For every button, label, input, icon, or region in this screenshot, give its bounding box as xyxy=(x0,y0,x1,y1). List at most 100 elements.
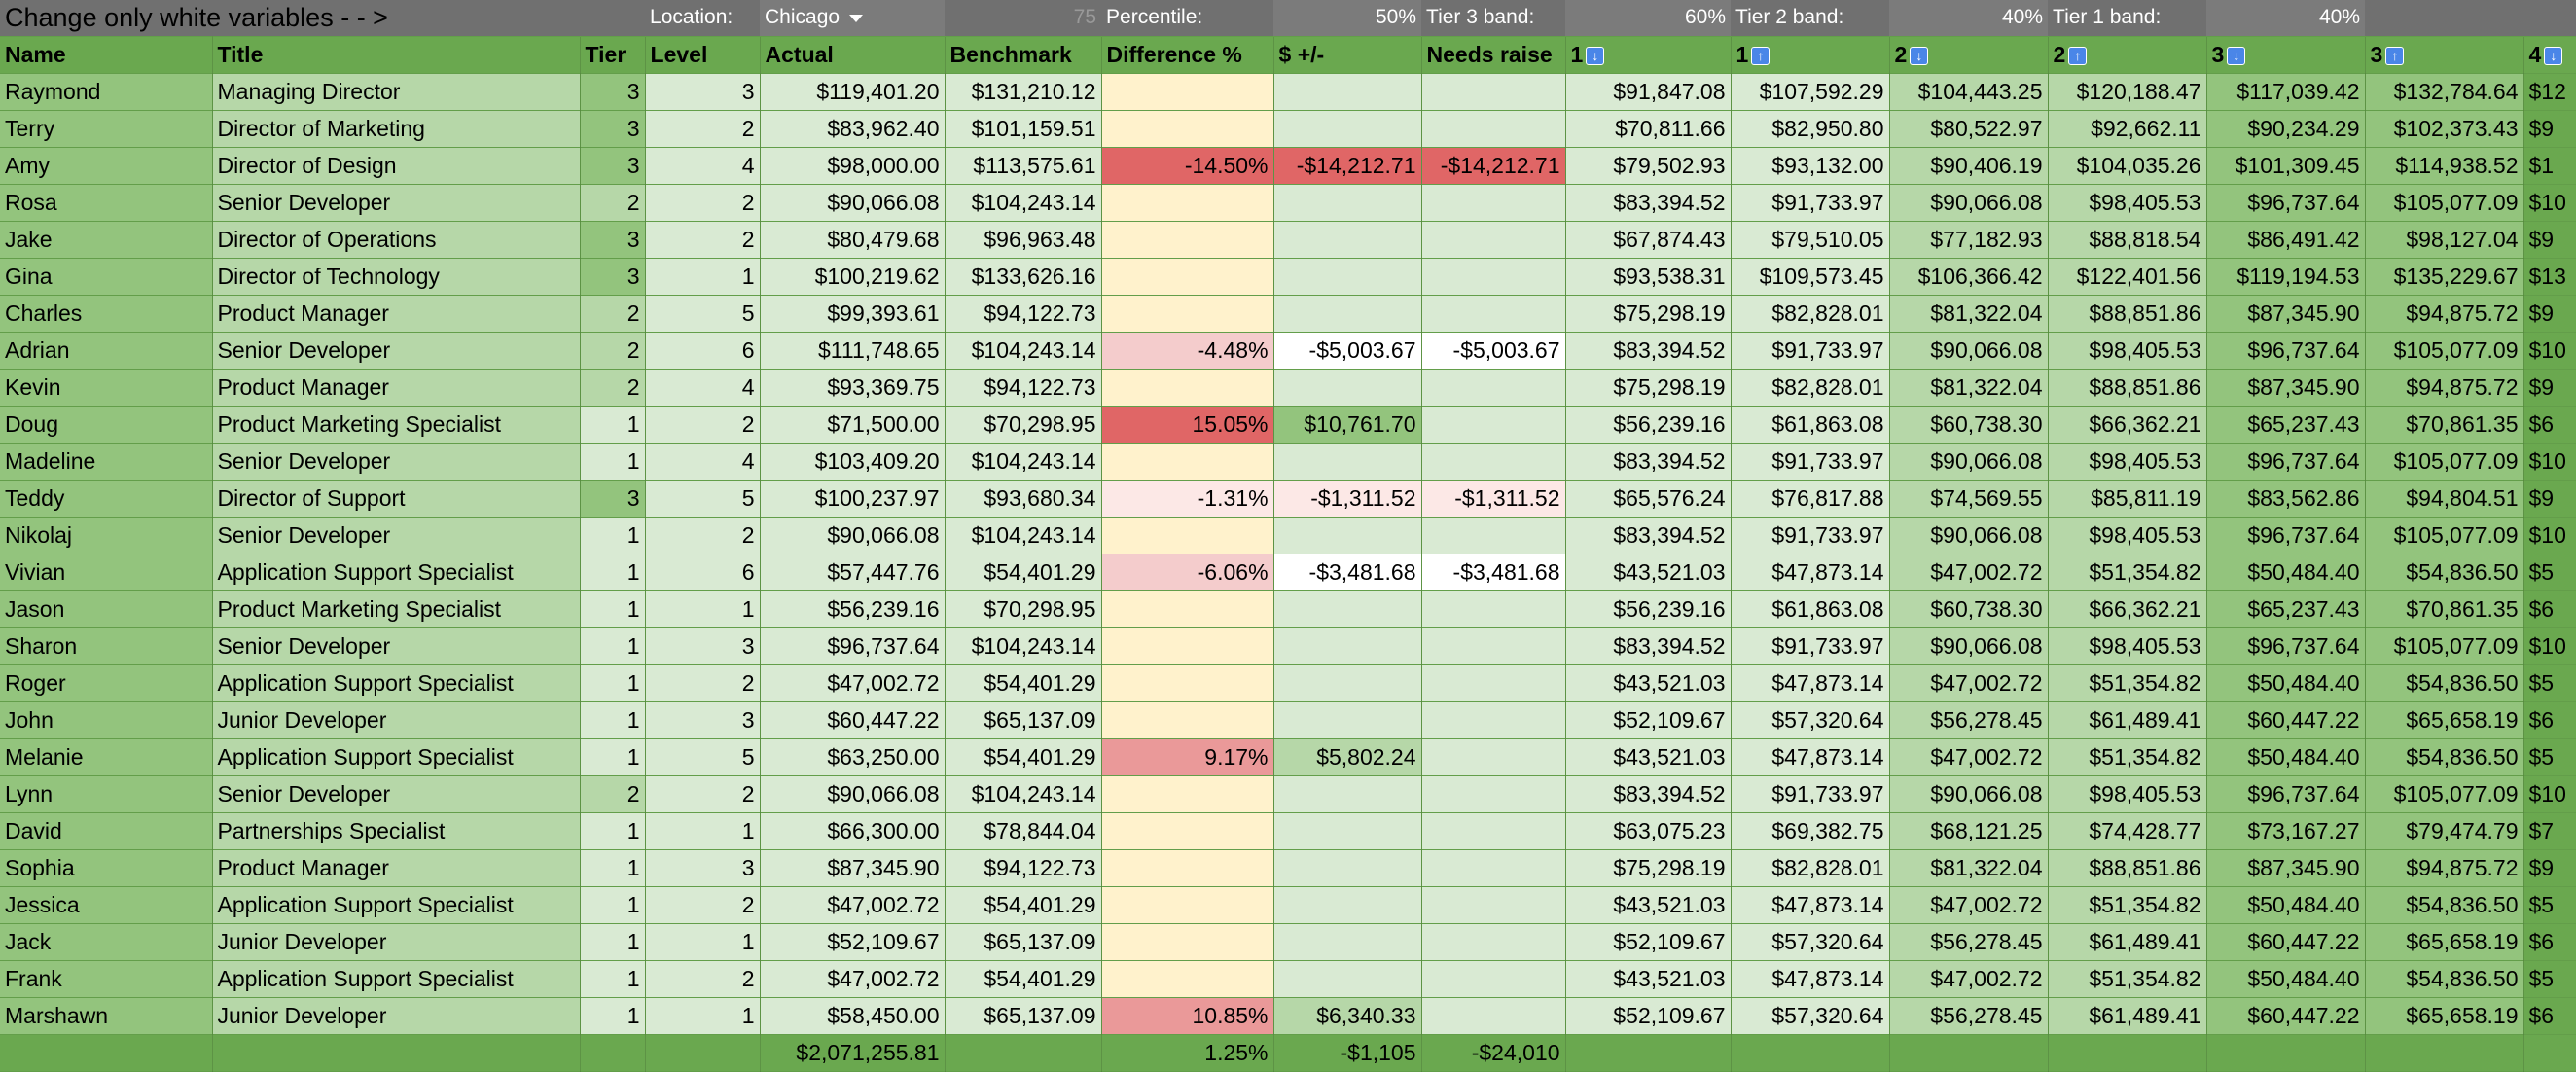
cell-difference[interactable] xyxy=(1101,812,1274,850)
cell-level[interactable]: 2 xyxy=(645,886,761,924)
cell-benchmark[interactable]: $65,137.09 xyxy=(945,923,1102,961)
cell-needs-raise[interactable] xyxy=(1421,221,1566,259)
cell-title[interactable]: Junior Developer xyxy=(212,997,581,1035)
cell-band1-high[interactable]: $91,733.97 xyxy=(1731,517,1890,554)
col-header-title[interactable]: Title xyxy=(212,36,581,74)
cell-band3-high[interactable]: $114,938.52 xyxy=(2365,147,2524,185)
percentile-input[interactable]: 50% xyxy=(1273,0,1422,37)
cell-level[interactable]: 4 xyxy=(645,147,761,185)
cell-band3-low[interactable]: $50,484.40 xyxy=(2206,738,2366,776)
cell-name[interactable]: Roger xyxy=(0,664,213,702)
cell-plus-minus[interactable] xyxy=(1273,110,1422,148)
cell-title[interactable]: Director of Technology xyxy=(212,258,581,296)
cell-title[interactable]: Product Manager xyxy=(212,849,581,887)
col-header-band3-high[interactable]: 3 ↑ xyxy=(2365,36,2524,74)
cell-level[interactable]: 2 xyxy=(645,960,761,998)
cell-benchmark[interactable]: $104,243.14 xyxy=(945,775,1102,813)
cell-name[interactable]: Sharon xyxy=(0,627,213,665)
cell-band1-high[interactable]: $82,950.80 xyxy=(1731,110,1890,148)
cell-band2-low[interactable]: $90,066.08 xyxy=(1889,517,2049,554)
cell-benchmark[interactable]: $65,137.09 xyxy=(945,701,1102,739)
cell-tier[interactable]: 1 xyxy=(580,849,646,887)
cell-band2-high[interactable]: $98,405.53 xyxy=(2048,332,2207,370)
cell-title[interactable]: Partnerships Specialist xyxy=(212,812,581,850)
cell-band4-low[interactable]: $6 xyxy=(2523,997,2576,1035)
cell-plus-minus[interactable]: -$3,481.68 xyxy=(1273,554,1422,591)
cell-difference[interactable] xyxy=(1101,886,1274,924)
cell-band2-high[interactable]: $85,811.19 xyxy=(2048,480,2207,518)
cell-title[interactable]: Product Marketing Specialist xyxy=(212,590,581,628)
cell-difference[interactable] xyxy=(1101,960,1274,998)
col-header-name[interactable]: Name xyxy=(0,36,213,74)
cell-needs-raise[interactable] xyxy=(1421,406,1566,444)
col-header-difference[interactable]: Difference % xyxy=(1101,36,1274,74)
cell-actual[interactable]: $56,239.16 xyxy=(760,590,946,628)
cell-band4-low[interactable]: $6 xyxy=(2523,406,2576,444)
cell-plus-minus[interactable]: $6,340.33 xyxy=(1273,997,1422,1035)
cell-band2-low[interactable]: $56,278.45 xyxy=(1889,701,2049,739)
cell-needs-raise[interactable] xyxy=(1421,701,1566,739)
cell-band3-low[interactable]: $96,737.64 xyxy=(2206,775,2366,813)
cell-band3-high[interactable]: $105,077.09 xyxy=(2365,775,2524,813)
cell-name[interactable]: Nikolaj xyxy=(0,517,213,554)
cell-band1-high[interactable]: $82,828.01 xyxy=(1731,849,1890,887)
cell-actual[interactable]: $57,447.76 xyxy=(760,554,946,591)
cell-benchmark[interactable]: $104,243.14 xyxy=(945,443,1102,481)
col-header-band1-low[interactable]: 1 ↓ xyxy=(1565,36,1732,74)
cell-actual[interactable]: $96,737.64 xyxy=(760,627,946,665)
tier1-input[interactable]: 40% xyxy=(2206,0,2366,37)
tier2-input[interactable]: 40% xyxy=(1889,0,2049,37)
cell-needs-raise[interactable] xyxy=(1421,627,1566,665)
cell-band3-low[interactable]: $83,562.86 xyxy=(2206,480,2366,518)
cell-benchmark[interactable]: $54,401.29 xyxy=(945,554,1102,591)
cell-needs-raise[interactable] xyxy=(1421,590,1566,628)
cell-band2-low[interactable]: $74,569.55 xyxy=(1889,480,2049,518)
cell-needs-raise[interactable] xyxy=(1421,960,1566,998)
cell-level[interactable]: 1 xyxy=(645,997,761,1035)
total-plus-minus[interactable]: -$1,105 xyxy=(1273,1034,1422,1072)
cell-difference[interactable] xyxy=(1101,443,1274,481)
cell-band2-high[interactable]: $51,354.82 xyxy=(2048,886,2207,924)
cell-band4-low[interactable]: $7 xyxy=(2523,812,2576,850)
cell-band3-high[interactable]: $105,077.09 xyxy=(2365,627,2524,665)
cell-difference[interactable] xyxy=(1101,258,1274,296)
cell-actual[interactable]: $87,345.90 xyxy=(760,849,946,887)
cell-actual[interactable]: $52,109.67 xyxy=(760,923,946,961)
cell-needs-raise[interactable] xyxy=(1421,443,1566,481)
col-header-band4-low[interactable]: 4 ↓ xyxy=(2523,36,2576,74)
cell-band1-high[interactable]: $109,573.45 xyxy=(1731,258,1890,296)
cell-band3-low[interactable]: $96,737.64 xyxy=(2206,627,2366,665)
cell-band3-low[interactable]: $50,484.40 xyxy=(2206,886,2366,924)
cell-band3-low[interactable]: $86,491.42 xyxy=(2206,221,2366,259)
cell-band1-low[interactable]: $91,847.08 xyxy=(1565,73,1732,111)
col-header-band1-high[interactable]: 1 ↑ xyxy=(1731,36,1890,74)
cell-needs-raise[interactable]: -$3,481.68 xyxy=(1421,554,1566,591)
cell-band2-low[interactable]: $47,002.72 xyxy=(1889,738,2049,776)
cell-benchmark[interactable]: $94,122.73 xyxy=(945,295,1102,333)
cell-benchmark[interactable]: $94,122.73 xyxy=(945,849,1102,887)
cell-tier[interactable]: 3 xyxy=(580,221,646,259)
col-header-tier[interactable]: Tier xyxy=(580,36,646,74)
cell-title[interactable]: Product Manager xyxy=(212,295,581,333)
cell-actual[interactable]: $47,002.72 xyxy=(760,886,946,924)
cell-needs-raise[interactable] xyxy=(1421,849,1566,887)
cell-band4-low[interactable]: $9 xyxy=(2523,849,2576,887)
cell-actual[interactable]: $98,000.00 xyxy=(760,147,946,185)
cell-band3-low[interactable]: $117,039.42 xyxy=(2206,73,2366,111)
cell-band1-high[interactable]: $61,863.08 xyxy=(1731,406,1890,444)
cell-title[interactable]: Application Support Specialist xyxy=(212,886,581,924)
cell-band1-high[interactable]: $47,873.14 xyxy=(1731,554,1890,591)
cell-band1-low[interactable]: $79,502.93 xyxy=(1565,147,1732,185)
cell-actual[interactable]: $71,500.00 xyxy=(760,406,946,444)
cell-actual[interactable]: $100,237.97 xyxy=(760,480,946,518)
cell-band1-high[interactable]: $91,733.97 xyxy=(1731,627,1890,665)
cell-level[interactable]: 2 xyxy=(645,110,761,148)
cell-band1-high[interactable]: $47,873.14 xyxy=(1731,886,1890,924)
cell-band3-high[interactable]: $94,875.72 xyxy=(2365,849,2524,887)
cell-band4-low[interactable]: $5 xyxy=(2523,960,2576,998)
cell-band3-low[interactable]: $101,309.45 xyxy=(2206,147,2366,185)
cell-band3-low[interactable]: $96,737.64 xyxy=(2206,184,2366,222)
cell-band1-high[interactable]: $57,320.64 xyxy=(1731,701,1890,739)
cell-name[interactable]: Frank xyxy=(0,960,213,998)
cell-band3-high[interactable]: $94,875.72 xyxy=(2365,369,2524,407)
